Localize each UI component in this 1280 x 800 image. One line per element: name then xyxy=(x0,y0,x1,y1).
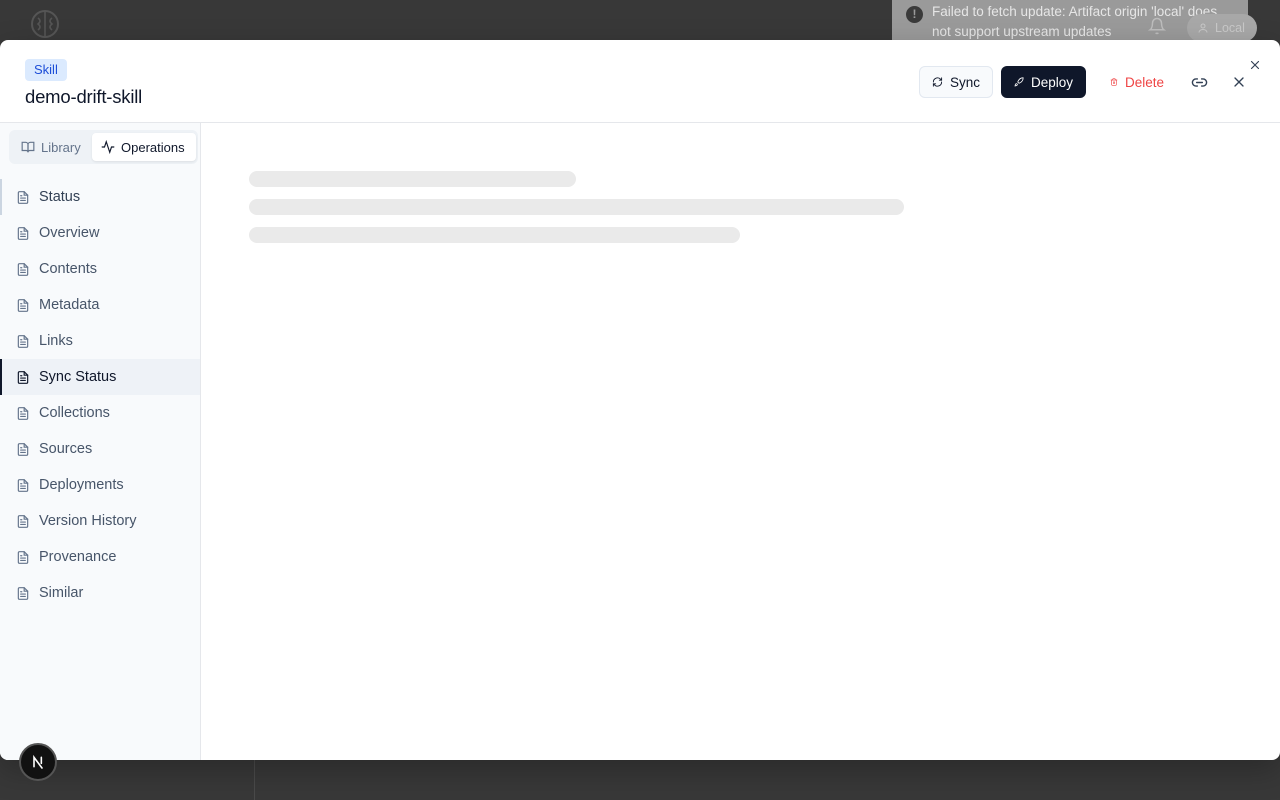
file-text-icon xyxy=(17,406,29,420)
file-text-icon xyxy=(17,442,29,456)
bell-icon[interactable] xyxy=(1148,17,1166,35)
link-icon xyxy=(1191,77,1207,87)
sidebar-item-label: Status xyxy=(39,189,81,205)
close-icon xyxy=(1250,60,1260,70)
section-nav: Status Overview Contents Metadata Links … xyxy=(0,179,200,611)
type-badge: Skill xyxy=(25,59,67,81)
file-text-icon xyxy=(17,226,29,240)
tab-operations[interactable]: Operations xyxy=(92,133,196,161)
tab-library[interactable]: Library xyxy=(12,133,90,161)
sidebar-item-version-history[interactable]: Version History xyxy=(0,503,200,539)
file-text-icon xyxy=(17,370,29,384)
sidebar-item-sources[interactable]: Sources xyxy=(0,431,200,467)
modal-title: demo-drift-skill xyxy=(25,86,143,107)
dev-tools-button[interactable] xyxy=(19,743,57,781)
activity-icon xyxy=(101,140,115,154)
refresh-icon xyxy=(932,77,943,87)
artifact-detail-modal: Skill demo-drift-skill Sync Deploy Delet… xyxy=(0,40,1280,760)
dialog-close-button[interactable] xyxy=(1241,51,1269,79)
file-text-icon xyxy=(17,190,29,204)
sync-button[interactable]: Sync xyxy=(919,66,993,98)
rocket-icon xyxy=(1014,77,1024,87)
toast-message: Failed to fetch update: Artifact origin … xyxy=(932,4,1218,39)
loading-skeleton-line xyxy=(249,171,576,187)
sidebar-item-label: Sources xyxy=(39,441,93,457)
copy-link-button[interactable] xyxy=(1185,68,1213,96)
file-text-icon xyxy=(17,586,29,600)
modal-sidebar: Library Operations Status Overview Conte… xyxy=(0,123,201,760)
brain-logo-icon xyxy=(31,10,59,38)
modal-header: Skill demo-drift-skill Sync Deploy Delet… xyxy=(0,40,1280,123)
sidebar-item-contents[interactable]: Contents xyxy=(0,251,200,287)
file-text-icon xyxy=(17,298,29,312)
deploy-button-label: Deploy xyxy=(1030,74,1073,90)
sidebar-item-links[interactable]: Links xyxy=(0,323,200,359)
main-content xyxy=(201,123,1280,760)
sidebar-item-similar[interactable]: Similar xyxy=(0,575,200,611)
trash-icon xyxy=(1110,78,1118,86)
sidebar-item-label: Contents xyxy=(39,261,98,277)
deploy-button[interactable]: Deploy xyxy=(1001,66,1086,98)
sidebar-item-deployments[interactable]: Deployments xyxy=(0,467,200,503)
sync-button-label: Sync xyxy=(949,74,980,90)
sidebar-item-provenance[interactable]: Provenance xyxy=(0,539,200,575)
sidebar-tabs: Library Operations xyxy=(9,130,198,164)
file-text-icon xyxy=(17,514,29,528)
sidebar-item-label: Similar xyxy=(39,585,84,601)
sidebar-item-sync-status[interactable]: Sync Status xyxy=(0,359,200,395)
backdrop-divider xyxy=(254,760,255,800)
alert-circle-icon: ! xyxy=(906,6,923,23)
tab-operations-label: Operations xyxy=(121,139,185,155)
sidebar-item-label: Links xyxy=(39,333,73,349)
sidebar-item-overview[interactable]: Overview xyxy=(0,215,200,251)
sidebar-item-label: Version History xyxy=(39,513,137,529)
file-text-icon xyxy=(17,478,29,492)
environment-label: Local xyxy=(1215,21,1245,35)
next-logo-icon xyxy=(33,754,43,769)
environment-selector[interactable]: Local xyxy=(1187,14,1257,42)
file-text-icon xyxy=(17,334,29,348)
sidebar-item-label: Provenance xyxy=(39,549,117,565)
book-open-icon xyxy=(21,141,35,153)
sidebar-item-label: Deployments xyxy=(39,477,124,493)
sidebar-item-label: Metadata xyxy=(39,297,100,313)
loading-skeleton-line xyxy=(249,199,904,215)
sidebar-item-label: Overview xyxy=(39,225,100,241)
delete-button-label: Delete xyxy=(1124,74,1164,90)
delete-button[interactable]: Delete xyxy=(1097,66,1177,98)
user-icon xyxy=(1198,23,1208,33)
sidebar-item-metadata[interactable]: Metadata xyxy=(0,287,200,323)
sidebar-item-label: Collections xyxy=(39,405,110,421)
sidebar-item-collections[interactable]: Collections xyxy=(0,395,200,431)
file-text-icon xyxy=(17,262,29,276)
sidebar-item-status[interactable]: Status xyxy=(0,179,200,215)
file-text-icon xyxy=(17,550,29,564)
sidebar-item-label: Sync Status xyxy=(39,369,117,385)
tab-library-label: Library xyxy=(41,139,81,155)
loading-skeleton-line xyxy=(249,227,740,243)
